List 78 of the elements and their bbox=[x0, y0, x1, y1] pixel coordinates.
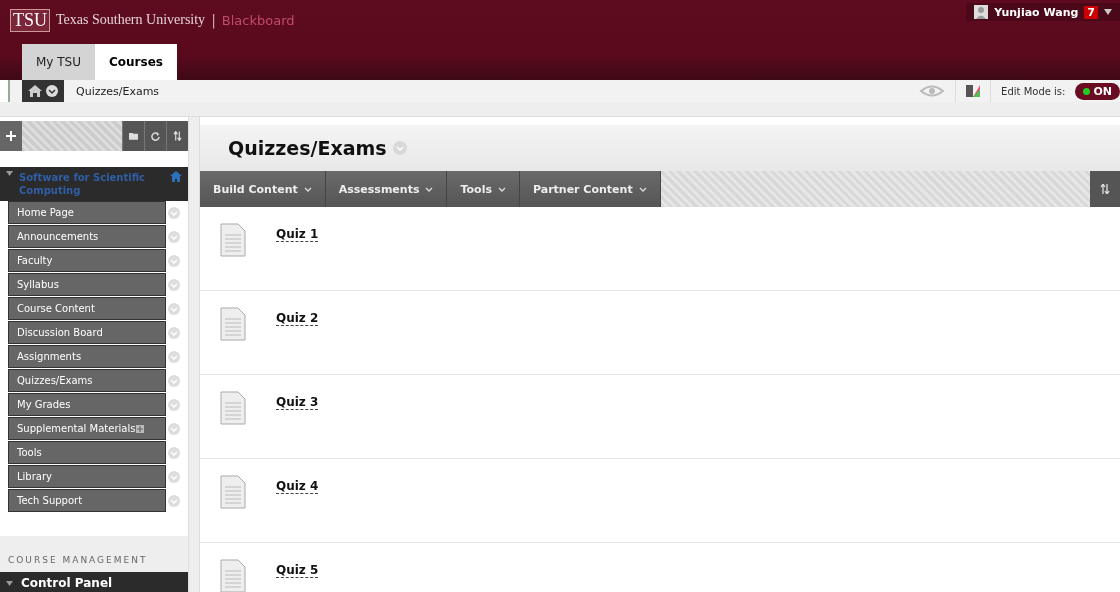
collapse-triangle-icon bbox=[6, 580, 13, 586]
course-menu-item[interactable]: Faculty bbox=[8, 249, 166, 272]
section-label: COURSE MANAGEMENT bbox=[8, 555, 148, 565]
chevron-down-icon bbox=[303, 186, 312, 192]
document-icon bbox=[220, 475, 246, 509]
course-menu-item[interactable]: My Grades bbox=[8, 393, 166, 416]
plus-icon bbox=[6, 131, 16, 141]
chevron-circle-icon[interactable] bbox=[392, 141, 407, 155]
university-name: Texas Southern University bbox=[56, 12, 206, 28]
collapse-triangle-icon bbox=[6, 171, 13, 176]
course-menu-item[interactable]: Library bbox=[8, 465, 166, 488]
course-menu-item[interactable]: Supplemental Materials bbox=[8, 417, 166, 440]
edit-mode-toggle[interactable]: ON bbox=[1075, 82, 1120, 100]
sort-arrows-icon bbox=[173, 131, 182, 141]
course-menu-item[interactable]: Course Content bbox=[8, 297, 166, 320]
nav-tab[interactable]: Courses bbox=[95, 44, 177, 80]
folder-icon bbox=[129, 131, 138, 141]
page-title: Quizzes/Exams bbox=[228, 137, 387, 159]
color-palette-icon[interactable] bbox=[966, 85, 981, 97]
course-menu-item[interactable]: Home Page bbox=[8, 201, 166, 224]
course-menu-item[interactable]: Tools bbox=[8, 441, 166, 464]
document-icon bbox=[220, 391, 246, 425]
chevron-circle-icon[interactable] bbox=[168, 230, 180, 243]
brand-name: Blackboard bbox=[221, 12, 295, 28]
university-logo[interactable]: TSU bbox=[10, 8, 50, 32]
eye-icon[interactable] bbox=[919, 84, 946, 98]
action-menu-button[interactable]: Assessments bbox=[325, 171, 448, 207]
home-icon bbox=[28, 85, 42, 97]
chevron-circle-icon[interactable] bbox=[168, 494, 180, 507]
course-menu-item[interactable]: Discussion Board bbox=[8, 321, 166, 344]
course-menu-item[interactable]: Assignments bbox=[8, 345, 166, 368]
chevron-circle-icon[interactable] bbox=[168, 446, 180, 459]
quiz-link[interactable]: Quiz 5 bbox=[276, 563, 319, 578]
action-menu-button[interactable]: Tools bbox=[447, 171, 520, 207]
breadcrumb-text[interactable]: Quizzes/Exams bbox=[76, 84, 160, 98]
avatar-icon bbox=[974, 5, 989, 19]
chevron-circle-icon bbox=[46, 85, 58, 97]
chevron-circle-icon[interactable] bbox=[168, 326, 180, 339]
chevron-circle-icon[interactable] bbox=[168, 278, 180, 291]
course-menu-item[interactable]: Quizzes/Exams bbox=[8, 369, 166, 392]
refresh-icon bbox=[151, 131, 160, 141]
control-panel-header[interactable]: Control Panel bbox=[0, 572, 188, 592]
notification-count: 7 bbox=[1084, 5, 1098, 19]
course-menu-item[interactable]: Syllabus bbox=[8, 273, 166, 296]
chevron-circle-icon[interactable] bbox=[168, 374, 180, 387]
course-menu-item[interactable]: Announcements bbox=[8, 225, 166, 248]
home-icon bbox=[170, 171, 182, 182]
chevron-down-icon bbox=[425, 186, 434, 192]
caret-icon bbox=[1104, 9, 1112, 15]
action-menu-button[interactable]: Partner Content bbox=[519, 171, 661, 207]
quiz-link[interactable]: Quiz 1 bbox=[276, 227, 319, 242]
quiz-link[interactable]: Quiz 4 bbox=[276, 479, 319, 494]
chevron-circle-icon[interactable] bbox=[168, 254, 180, 267]
add-menu-item-button[interactable] bbox=[0, 121, 22, 151]
user-menu[interactable]: Yunjiao Wang 7 bbox=[966, 3, 1120, 21]
action-menu-button[interactable]: Build Content bbox=[200, 171, 326, 207]
chevron-circle-icon[interactable] bbox=[168, 350, 180, 363]
chevron-circle-icon[interactable] bbox=[168, 422, 180, 435]
control-panel-label: Control Panel bbox=[21, 576, 113, 590]
document-icon bbox=[220, 223, 246, 257]
chevron-circle-icon[interactable] bbox=[168, 398, 180, 411]
quiz-link[interactable]: Quiz 3 bbox=[276, 395, 319, 410]
chevron-down-icon bbox=[497, 186, 506, 192]
separator-text: | bbox=[211, 12, 216, 28]
chevron-circle-icon[interactable] bbox=[168, 302, 180, 315]
document-icon bbox=[220, 307, 246, 341]
chevron-circle-icon[interactable] bbox=[168, 470, 180, 483]
chevron-down-icon bbox=[638, 186, 647, 192]
sort-arrows-icon bbox=[1100, 184, 1110, 194]
edit-mode-label: Edit Mode is: bbox=[1001, 85, 1066, 97]
quiz-link[interactable]: Quiz 2 bbox=[276, 311, 319, 326]
document-icon bbox=[220, 559, 246, 592]
chevron-circle-icon[interactable] bbox=[168, 206, 180, 219]
nav-tab[interactable]: My TSU bbox=[22, 44, 95, 80]
course-menu-item[interactable]: Tech Support bbox=[8, 489, 166, 512]
home-menu-button[interactable] bbox=[22, 80, 64, 102]
course-name: Software for Scientific Computing bbox=[19, 171, 147, 197]
user-name: Yunjiao Wang bbox=[994, 5, 1079, 19]
